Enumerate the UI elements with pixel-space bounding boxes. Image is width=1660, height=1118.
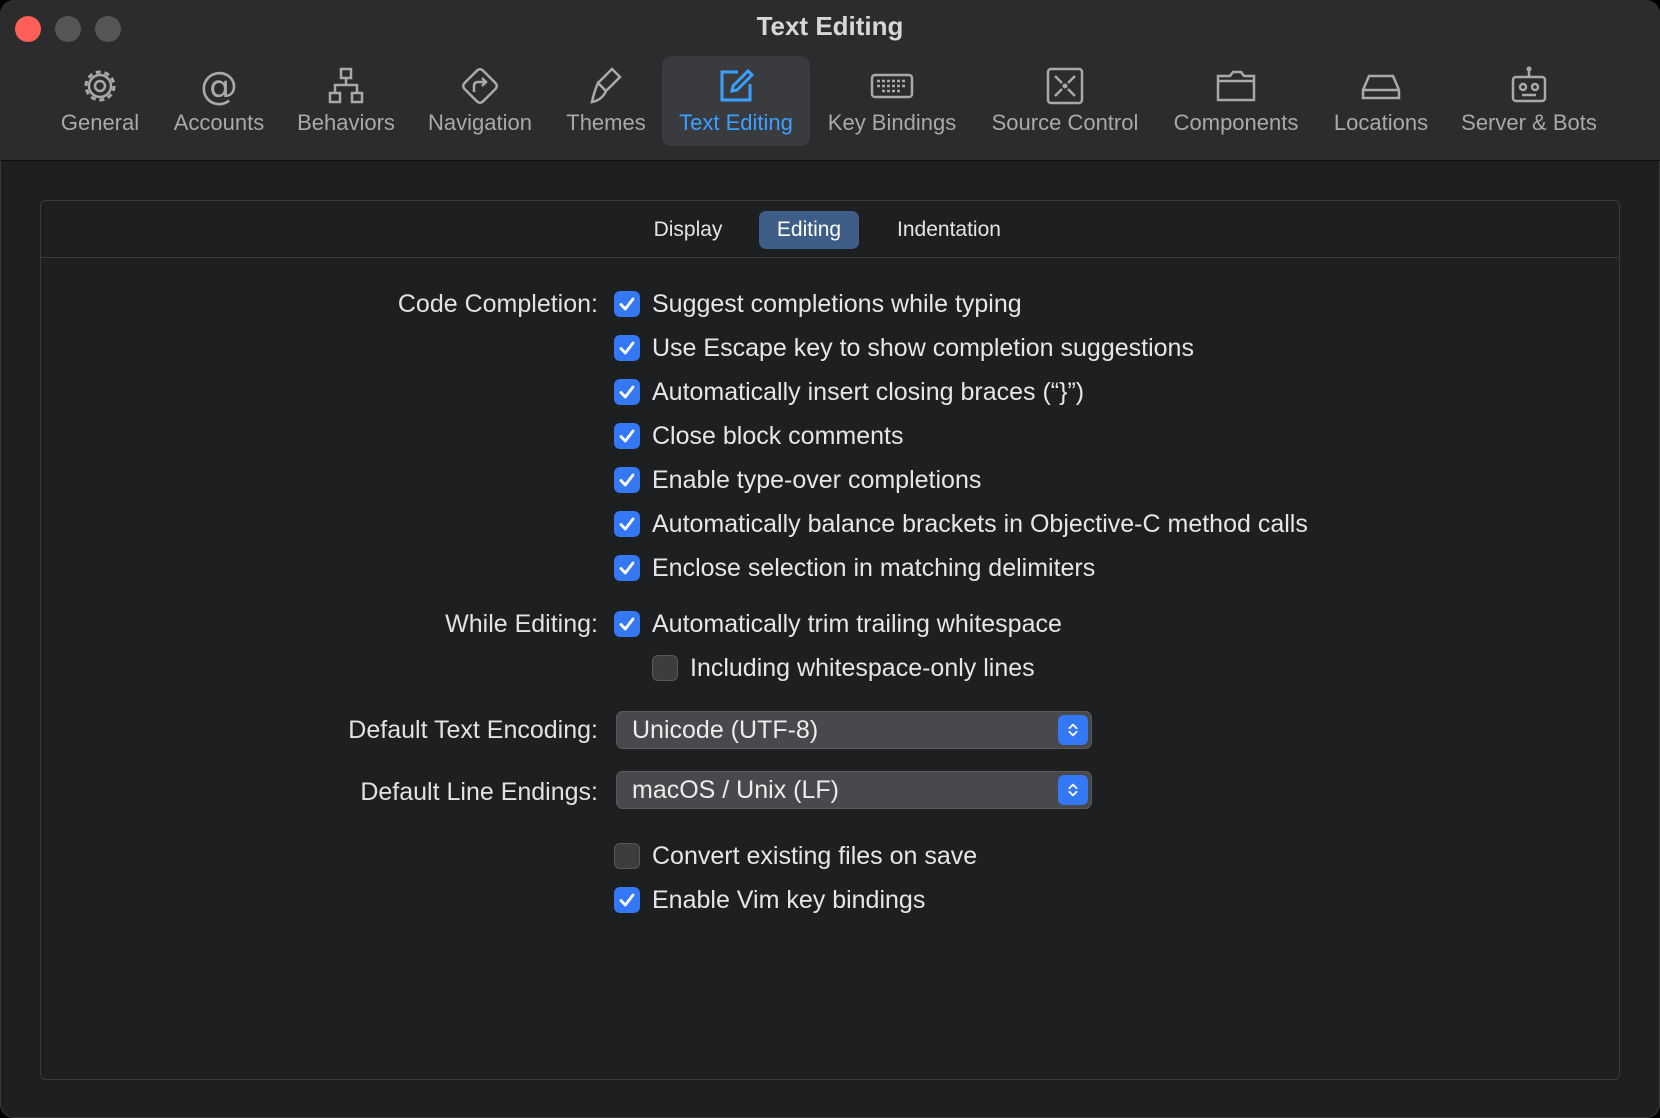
segment-divider (41, 257, 1619, 258)
checkbox-enclose-selection[interactable]: Enclose selection in matching delimiters (614, 550, 1095, 586)
checkmark-icon (619, 473, 635, 487)
text-encoding-select[interactable]: Unicode (UTF-8) (616, 711, 1092, 749)
segment-display[interactable]: Display (641, 211, 735, 249)
folder-icon (1216, 70, 1256, 102)
checkbox[interactable] (614, 611, 640, 637)
default-line-endings-label: Default Line Endings: (360, 778, 598, 806)
checkmark-icon (619, 617, 635, 631)
checkbox-trim-whitespace[interactable]: Automatically trim trailing whitespace (614, 606, 1062, 642)
preferences-window: Text Editing General @ Accounts Behavior… (0, 0, 1660, 1118)
tab-general[interactable]: General (50, 56, 150, 146)
code-completion-label: Code Completion: (397, 290, 598, 318)
checkbox-close-block-comments[interactable]: Close block comments (614, 418, 903, 454)
checkbox-closing-braces[interactable]: Automatically insert closing braces (“}”… (614, 374, 1084, 410)
checkbox[interactable] (614, 511, 640, 537)
line-endings-select[interactable]: macOS / Unix (LF) (616, 771, 1092, 809)
tab-label: Themes (566, 110, 646, 135)
checkbox-label: Suggest completions while typing (652, 289, 1022, 318)
tab-label: General (60, 110, 140, 135)
segment-indentation[interactable]: Indentation (881, 211, 1017, 249)
checkmark-icon (619, 297, 635, 311)
tab-behaviors[interactable]: Behaviors (290, 56, 402, 146)
toolbar: Text Editing General @ Accounts Behavior… (0, 0, 1660, 161)
checkbox-label: Automatically trim trailing whitespace (652, 609, 1062, 638)
checkbox-whitespace-only-lines[interactable]: Including whitespace-only lines (652, 650, 1035, 686)
tab-label: Source Control (991, 110, 1139, 135)
checkbox[interactable] (614, 379, 640, 405)
gear-icon (84, 70, 116, 102)
tab-label: Locations (1333, 110, 1429, 135)
tab-text-editing[interactable]: Text Editing (662, 56, 810, 146)
checkbox[interactable] (614, 467, 640, 493)
checkbox-label: Enclose selection in matching delimiters (652, 553, 1096, 582)
tab-label: Accounts (173, 110, 265, 135)
checkbox-type-over-completions[interactable]: Enable type-over completions (614, 462, 981, 498)
checkbox-label: Automatically insert closing braces (“}”… (652, 377, 1085, 406)
checkmark-icon (619, 385, 635, 399)
select-value: Unicode (UTF-8) (632, 716, 819, 744)
checkbox-label: Enable Vim key bindings (652, 885, 926, 914)
tab-accounts[interactable]: @ Accounts (164, 56, 274, 146)
checkbox[interactable] (614, 291, 640, 317)
checkbox-suggest-completions[interactable]: Suggest completions while typing (614, 286, 1022, 322)
checkbox-label: Including whitespace-only lines (690, 653, 1035, 682)
edit-icon (720, 68, 755, 102)
tab-label: Key Bindings (827, 110, 957, 135)
svg-text:@: @ (200, 64, 238, 108)
checkbox[interactable] (614, 335, 640, 361)
checkbox-label: Enable type-over completions (652, 465, 982, 494)
default-text-encoding-label: Default Text Encoding: (348, 716, 598, 744)
checkbox-convert-existing-files[interactable]: Convert existing files on save (614, 838, 977, 874)
checkbox-label: Automatically balance brackets in Object… (652, 509, 1308, 538)
segment-editing[interactable]: Editing (759, 211, 859, 249)
checkbox-label: Convert existing files on save (652, 841, 978, 870)
tab-label: Navigation (428, 110, 532, 135)
keyboard-icon (870, 73, 914, 99)
brush-icon (590, 67, 622, 104)
while-editing-label: While Editing: (445, 610, 598, 638)
checkbox-vim-key-bindings[interactable]: Enable Vim key bindings (614, 882, 925, 918)
tab-label: Server & Bots (1461, 110, 1597, 135)
checkmark-icon (619, 341, 635, 355)
navigation-icon (462, 68, 498, 104)
checkbox-label: Close block comments (652, 421, 904, 450)
checkmark-icon (619, 893, 635, 907)
tab-components[interactable]: Components (1164, 56, 1308, 146)
at-icon: @ (200, 64, 238, 108)
window-title: Text Editing (756, 11, 904, 41)
checkbox[interactable] (614, 423, 640, 449)
select-value: macOS / Unix (LF) (632, 776, 839, 804)
checkbox-escape-key-completions[interactable]: Use Escape key to show completion sugges… (614, 330, 1194, 366)
robot-icon (1511, 66, 1547, 103)
updown-chevron-icon (1058, 775, 1088, 805)
checkbox-balance-brackets[interactable]: Automatically balance brackets in Object… (614, 506, 1308, 542)
source-control-icon (1046, 67, 1084, 105)
tab-themes[interactable]: Themes (556, 56, 656, 146)
checkbox[interactable] (614, 843, 640, 869)
checkbox[interactable] (652, 655, 678, 681)
tab-navigation[interactable]: Navigation (420, 56, 540, 146)
preferences-tab-bar: General @ Accounts Behaviors Navigation … (0, 56, 1660, 146)
tab-label: Text Editing (679, 110, 793, 135)
updown-chevron-icon (1058, 715, 1088, 745)
checkbox[interactable] (614, 555, 640, 581)
tab-label: Components (1173, 110, 1299, 135)
checkmark-icon (619, 517, 635, 531)
tab-label: Behaviors (297, 110, 395, 135)
tab-source-control[interactable]: Source Control (984, 56, 1146, 146)
tab-server-bots[interactable]: Server & Bots (1454, 56, 1604, 146)
checkbox[interactable] (614, 887, 640, 913)
drive-icon (1361, 74, 1401, 100)
tab-key-bindings[interactable]: Key Bindings (820, 56, 964, 146)
tab-locations[interactable]: Locations (1326, 56, 1436, 146)
hierarchy-icon (328, 67, 364, 104)
checkmark-icon (619, 429, 635, 443)
checkmark-icon (619, 561, 635, 575)
checkbox-label: Use Escape key to show completion sugges… (652, 333, 1194, 362)
